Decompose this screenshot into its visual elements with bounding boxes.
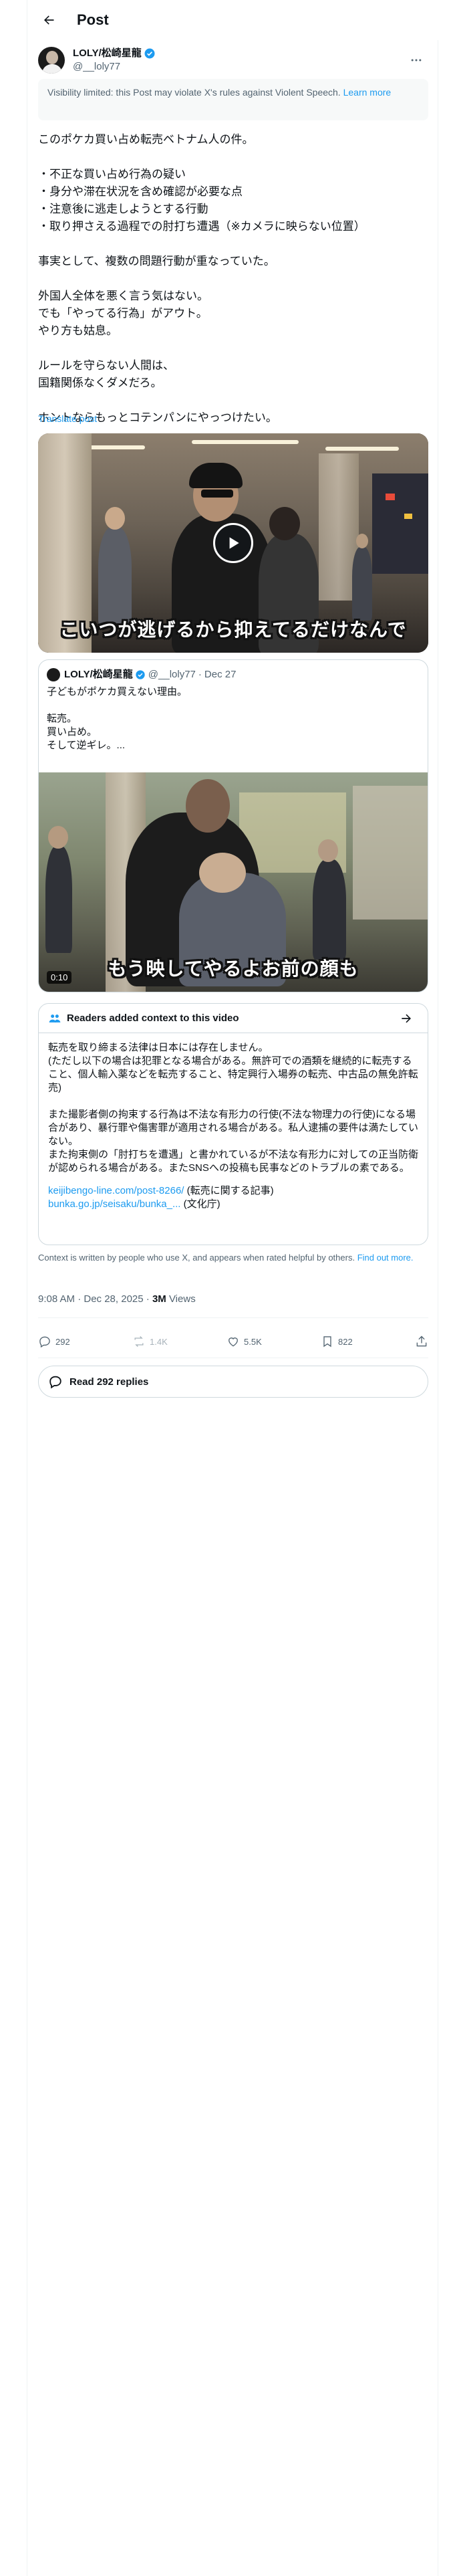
main-column: Post LOLY/松崎星龍 @__loly77 Visibility limi… bbox=[27, 0, 439, 2576]
post-video[interactable]: こいつが逃げるから抑えてるだけなんで bbox=[38, 433, 428, 653]
more-options-icon[interactable] bbox=[406, 49, 427, 71]
speech-bubble-icon bbox=[49, 1376, 61, 1389]
visibility-text: Visibility limited: this Post may violat… bbox=[47, 87, 341, 98]
note-paragraph: また拘束側の「肘打ちを遭遇」と書かれているが不法な有形力に対しての正当防衛が認め… bbox=[48, 1149, 419, 1174]
post-line bbox=[38, 148, 428, 166]
author-avatar[interactable] bbox=[38, 47, 65, 74]
read-replies-label: Read 292 replies bbox=[69, 1376, 149, 1388]
arrow-right-icon[interactable] bbox=[400, 1012, 418, 1028]
community-notes-body: 転売を取り締まる法律は日本には存在しません。 (ただし以下の場合は犯罪となる場合… bbox=[48, 1041, 420, 1211]
author-handle[interactable]: @__loly77 bbox=[73, 60, 156, 74]
note-source-link[interactable]: keijibengo-line.com/post-8266/ bbox=[48, 1185, 184, 1196]
bookmark-icon bbox=[323, 1336, 331, 1348]
post-line: やり方も姑息。 bbox=[38, 324, 118, 337]
post-text: このポケカ買い占め転売ベトナム人の件。 ・不正な買い占め行為の疑い ・身分や滞在… bbox=[38, 131, 428, 427]
divider bbox=[38, 1317, 428, 1318]
reply-count: 292 bbox=[55, 1336, 70, 1347]
notes-footer-text: Context is written by people who use X, … bbox=[38, 1253, 355, 1263]
author-name[interactable]: LOLY/松崎星龍 bbox=[73, 47, 142, 60]
quoted-author-handle: @__loly77 bbox=[148, 669, 196, 680]
bookmark-count: 822 bbox=[338, 1336, 353, 1347]
like-count: 5.5K bbox=[244, 1336, 262, 1347]
read-replies-button[interactable]: Read 292 replies bbox=[38, 1366, 428, 1398]
video-duration: 0:10 bbox=[47, 971, 72, 984]
reply-icon bbox=[39, 1336, 50, 1348]
note-paragraph: 転売を取り締まる法律は日本には存在しません。 bbox=[48, 1042, 269, 1053]
top-bar: Post bbox=[27, 0, 439, 40]
note-paragraph: また撮影者側の拘束する行為は不法な有形力の行使(不法な物理力の行使)になる場合が… bbox=[48, 1109, 418, 1147]
post-line: 事実として、複数の問題行動が重なっていた。 bbox=[38, 255, 275, 267]
visibility-limited-notice: Visibility limited: this Post may violat… bbox=[38, 79, 428, 120]
quoted-video[interactable]: もう映してやるよお前の顔も 0:10 bbox=[39, 772, 428, 992]
reply-button[interactable]: 292 bbox=[38, 1335, 92, 1348]
video-caption: こいつが逃げるから抑えてるだけなんで bbox=[59, 619, 407, 640]
note-source-link[interactable]: bunka.go.jp/seisaku/bunka_... bbox=[48, 1198, 180, 1210]
post-line: ・取り押さえる過程での肘打ち遭遇（※カメラに映らない位置） bbox=[38, 220, 365, 233]
quoted-post-date: Dec 27 bbox=[204, 669, 237, 680]
note-paragraph bbox=[48, 1095, 420, 1108]
repost-button[interactable]: 1.4K bbox=[132, 1335, 186, 1348]
share-button[interactable] bbox=[415, 1335, 428, 1348]
post-line: ルールを守らない人間は、 bbox=[38, 359, 174, 372]
note-source-label: (文化庁) bbox=[183, 1198, 220, 1210]
quoted-line bbox=[47, 699, 421, 712]
post-time[interactable]: 9:08 AM · Dec 28, 2025 · bbox=[38, 1293, 152, 1305]
play-icon[interactable] bbox=[213, 523, 253, 563]
view-count: 3M bbox=[152, 1293, 166, 1305]
post-line bbox=[38, 392, 428, 409]
people-icon bbox=[49, 1014, 61, 1023]
post-author: LOLY/松崎星龍 @__loly77 bbox=[38, 44, 428, 76]
note-paragraph: (ただし以下の場合は犯罪となる場合がある。無許可での酒類を継続的に転売すること、… bbox=[48, 1055, 418, 1093]
back-arrow-icon bbox=[44, 15, 54, 25]
repost-count: 1.4K bbox=[150, 1336, 168, 1347]
post-line: ・身分や滞在状況を含め確認が必要な点 bbox=[38, 185, 243, 198]
quoted-line: 転売。 bbox=[47, 713, 78, 724]
heart-icon bbox=[229, 1337, 238, 1347]
post-line: 外国人全体を悪く言う気はない。 bbox=[38, 290, 208, 302]
quoted-video-caption: もう映してやるよお前の顔も bbox=[108, 958, 359, 979]
community-notes-footer: Context is written by people who use X, … bbox=[38, 1252, 428, 1264]
verified-badge-icon bbox=[144, 47, 156, 60]
post-line: でも「やってる行為」がアウト。 bbox=[38, 307, 208, 320]
post-line bbox=[38, 270, 428, 288]
quoted-author-name: LOLY/松崎星龍 bbox=[64, 669, 133, 680]
translate-post-link[interactable]: Translate post bbox=[38, 413, 97, 424]
post-timestamp: 9:08 AM · Dec 28, 2025 · 3M Views bbox=[38, 1293, 196, 1305]
back-button[interactable] bbox=[37, 8, 61, 32]
views-label: Views bbox=[166, 1293, 196, 1305]
quoted-line: 買い占め。 bbox=[47, 726, 98, 738]
learn-more-link[interactable]: Learn more bbox=[343, 87, 392, 98]
quoted-author-avatar bbox=[47, 668, 60, 681]
quoted-post[interactable]: LOLY/松崎星龍 @__loly77 · Dec 27 子どもがポケカ買えない… bbox=[38, 659, 428, 992]
note-source: bunka.go.jp/seisaku/bunka_... (文化庁) bbox=[48, 1198, 420, 1211]
bookmark-button[interactable]: 822 bbox=[321, 1335, 374, 1348]
community-notes-title: Readers added context to this video bbox=[67, 1012, 239, 1024]
post-line: このポケカ買い占め転売ベトナム人の件。 bbox=[38, 133, 254, 146]
action-bar: 292 1.4K 5.5K 822 bbox=[38, 1325, 428, 1358]
quoted-post-text: 子どもがポケカ買えない理由。 転売。 買い占め。 そして逆ギレ。... bbox=[47, 685, 421, 752]
community-notes: Readers added context to this video 転売を取… bbox=[38, 1003, 428, 1245]
quoted-line: そして逆ギレ。... bbox=[47, 740, 126, 751]
repost-icon bbox=[134, 1336, 144, 1347]
share-icon bbox=[416, 1335, 427, 1347]
like-button[interactable]: 5.5K bbox=[227, 1335, 280, 1348]
verified-badge-icon bbox=[135, 669, 146, 680]
quoted-line: 子どもがポケカ買えない理由。 bbox=[47, 686, 188, 697]
post-line: ・注意後に逃走しようとする行動 bbox=[38, 203, 208, 215]
find-out-more-link[interactable]: Find out more. bbox=[357, 1253, 414, 1263]
page-title: Post bbox=[77, 11, 109, 28]
post-line: ・不正な買い占め行為の疑い bbox=[38, 168, 186, 181]
post-line bbox=[38, 235, 428, 253]
note-source: keijibengo-line.com/post-8266/ (転売に関する記事… bbox=[48, 1184, 420, 1198]
post-line: 国籍関係なくダメだろ。 bbox=[38, 377, 162, 389]
post-line bbox=[38, 340, 428, 357]
community-notes-header[interactable]: Readers added context to this video bbox=[39, 1004, 428, 1033]
note-source-label: (転売に関する記事) bbox=[186, 1185, 274, 1196]
